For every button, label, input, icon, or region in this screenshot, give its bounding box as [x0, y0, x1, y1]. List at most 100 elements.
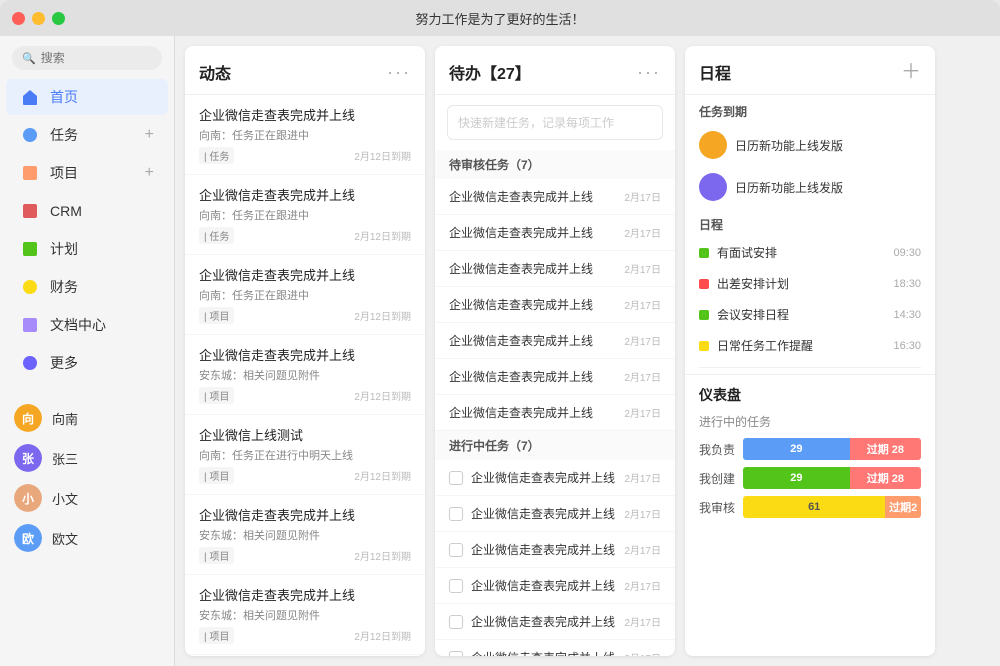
activity-item[interactable]: 企业微信走查表完成并上线 安东城：相关问题见附件 | 项目 2月12日到期	[185, 495, 425, 575]
dashboard-section: 仪表盘 进行中的任务 我负责29过期 28我创建29过期 28我审核61过期2	[685, 374, 935, 535]
todo-item[interactable]: 企业微信走查表完成并上线2月17日	[435, 568, 675, 604]
todo-item[interactable]: 企业微信走查表完成并上线2月17日	[435, 604, 675, 640]
activity-item-title: 企业微信走查表完成并上线	[199, 105, 411, 124]
search-input[interactable]	[41, 51, 152, 65]
close-button[interactable]	[12, 12, 25, 25]
sidebar-item-label-task: 任务	[50, 125, 78, 145]
todo-section-header: 待审核任务（7）	[435, 150, 675, 179]
todo-item-text: 企业微信走查表完成并上线	[471, 505, 615, 522]
todo-body: 快速新建任务，记录每项工作 待审核任务（7）企业微信走查表完成并上线2月17日企…	[435, 95, 675, 656]
activity-item-sub: 向南：任务正在跟进中	[199, 287, 411, 303]
sidebar-item-task[interactable]: 任务 +	[6, 117, 168, 153]
todo-item-text: 企业微信走查表完成并上线	[449, 368, 593, 385]
sidebar-nav: 首页任务 + 项目 + CRM 计划财务文档中心更多	[0, 78, 174, 382]
todo-item[interactable]: 企业微信走查表完成并上线2月17日	[435, 496, 675, 532]
sidebar-item-docs[interactable]: 文档中心	[6, 307, 168, 343]
todo-checkbox[interactable]	[449, 651, 463, 657]
activity-item[interactable]: 企业微信走查表完成并上线 向南：任务正在跟进中 | 项目 2月12日到期	[185, 255, 425, 335]
sidebar-user-张三[interactable]: 张张三	[0, 438, 174, 478]
sidebar-item-crm[interactable]: CRM	[6, 193, 168, 229]
activity-panel: 动态 ··· 企业微信走查表完成并上线 向南：任务正在跟进中 | 任务 2月12…	[185, 46, 425, 656]
dashboard-row-label: 我负责	[699, 441, 735, 458]
project-add-button[interactable]: +	[145, 165, 154, 181]
activity-item[interactable]: 企业微信走查表完成并上线 安东城：相关问题见附件 | 项目 2月12日到期	[185, 335, 425, 415]
event-time: 16:30	[893, 340, 921, 352]
activity-item-meta: | 项目 2月12日到期	[199, 627, 411, 644]
sidebar-item-label-crm: CRM	[50, 203, 82, 219]
todo-item-text: 企业微信走查表完成并上线	[471, 541, 615, 558]
schedule-task-item[interactable]: 日历新功能上线发版	[685, 166, 935, 208]
activity-date: 2月12日到期	[354, 148, 411, 163]
project-nav-icon	[20, 163, 40, 183]
activity-item[interactable]: 企业微信上线测试 向南：任务正在进行中明天上线 | 项目 2月12日到期	[185, 415, 425, 495]
sidebar-item-plan[interactable]: 计划	[6, 231, 168, 267]
user-name-小文: 小文	[52, 489, 78, 508]
todo-item[interactable]: 企业微信走查表完成并上线 2月17日	[435, 532, 675, 568]
activity-item[interactable]: 企业微信上线测试 向南：任务正在进行中明天上线 | 项目 2月12日到期	[185, 655, 425, 656]
minimize-button[interactable]	[32, 12, 45, 25]
activity-item[interactable]: 企业微信走查表完成并上线 安东城：相关问题见附件 | 项目 2月12日到期	[185, 575, 425, 655]
schedule-task-avatar	[699, 131, 727, 159]
search-bar[interactable]: 🔍	[12, 46, 162, 70]
todo-item-date: 2月17日	[624, 542, 661, 557]
schedule-panel-header: 日程 ＋	[685, 46, 935, 95]
sidebar-user-小文[interactable]: 小小文	[0, 478, 174, 518]
todo-checkbox[interactable]	[449, 543, 463, 557]
todo-checkbox[interactable]	[449, 507, 463, 521]
activity-item-title: 企业微信走查表完成并上线	[199, 265, 411, 284]
todo-item-date: 2月17日	[624, 297, 661, 312]
sidebar-user-欧文[interactable]: 欧欧文	[0, 518, 174, 558]
todo-item-text: 企业微信走查表完成并上线	[471, 613, 615, 630]
todo-checkbox[interactable]	[449, 615, 463, 629]
todo-item[interactable]: 企业微信走查表完成并上线 2月17日	[435, 395, 675, 431]
todo-item[interactable]: 企业微信走查表完成并上线2月17日	[435, 179, 675, 215]
sidebar-item-more[interactable]: 更多	[6, 345, 168, 381]
schedule-event-item[interactable]: 日常任务工作提醒 16:30	[685, 330, 935, 361]
dashboard-row: 我审核61过期2	[699, 496, 921, 518]
todo-checkbox[interactable]	[449, 471, 463, 485]
event-time: 09:30	[893, 247, 921, 259]
todo-item[interactable]: 企业微信走查表完成并上线2月17日	[435, 323, 675, 359]
todo-item[interactable]: 企业微信走查表完成并上线2月17日	[435, 460, 675, 496]
schedule-event-item[interactable]: 有面试安排 09:30	[685, 237, 935, 268]
todo-item[interactable]: 企业微信走查表完成并上线2月17日	[435, 640, 675, 656]
schedule-event-item[interactable]: 出差安排计划18:30	[685, 268, 935, 299]
todo-checkbox[interactable]	[449, 579, 463, 593]
activity-item[interactable]: 企业微信走查表完成并上线 向南：任务正在跟进中 | 任务 2月12日到期	[185, 175, 425, 255]
activity-item[interactable]: 企业微信走查表完成并上线 向南：任务正在跟进中 | 任务 2月12日到期	[185, 95, 425, 175]
todo-item[interactable]: 企业微信走查表完成并上线 2月17日	[435, 359, 675, 395]
user-name-欧文: 欧文	[52, 529, 78, 548]
todo-item-text: 企业微信走查表完成并上线	[449, 404, 593, 421]
todo-item[interactable]: 企业微信走查表完成并上线2月17日	[435, 215, 675, 251]
todo-item-text: 企业微信走查表完成并上线	[449, 224, 593, 241]
sidebar-item-finance[interactable]: 财务	[6, 269, 168, 305]
task-nav-icon	[20, 125, 40, 145]
todo-quick-input[interactable]: 快速新建任务，记录每项工作	[447, 105, 663, 140]
todo-item-text: 企业微信走查表完成并上线	[449, 260, 593, 277]
todo-item-date: 2月17日	[624, 369, 661, 384]
todo-more-button[interactable]: ···	[637, 62, 661, 83]
schedule-task-item[interactable]: 日历新功能上线发版	[685, 124, 935, 166]
sidebar-item-home[interactable]: 首页	[6, 79, 168, 115]
activity-more-button[interactable]: ···	[387, 62, 411, 83]
activity-item-meta: | 任务 2月12日到期	[199, 147, 411, 164]
task-add-button[interactable]: +	[145, 127, 154, 143]
schedule-add-button[interactable]: ＋	[901, 62, 921, 82]
sidebar-item-label-project: 项目	[50, 163, 78, 183]
todo-item-date: 2月17日	[624, 405, 661, 420]
more-nav-icon	[20, 353, 40, 373]
activity-item-title: 企业微信走查表完成并上线	[199, 505, 411, 524]
activity-item-sub: 安东城：相关问题见附件	[199, 527, 411, 543]
maximize-button[interactable]	[52, 12, 65, 25]
todo-item-text: 企业微信走查表完成并上线	[471, 469, 615, 486]
event-text: 日常任务工作提醒	[717, 337, 885, 354]
sidebar-item-project[interactable]: 项目 +	[6, 155, 168, 191]
event-text: 有面试安排	[717, 244, 885, 261]
schedule-panel-title: 日程	[699, 60, 731, 84]
todo-item[interactable]: 企业微信走查表完成并上线2月17日	[435, 287, 675, 323]
sidebar-user-向南[interactable]: 向向南	[0, 398, 174, 438]
todo-item[interactable]: 企业微信走查表完成并上线2月17日	[435, 251, 675, 287]
activity-date: 2月12日到期	[354, 388, 411, 403]
schedule-event-item[interactable]: 会议安排日程14:30	[685, 299, 935, 330]
activity-date: 2月12日到期	[354, 468, 411, 483]
